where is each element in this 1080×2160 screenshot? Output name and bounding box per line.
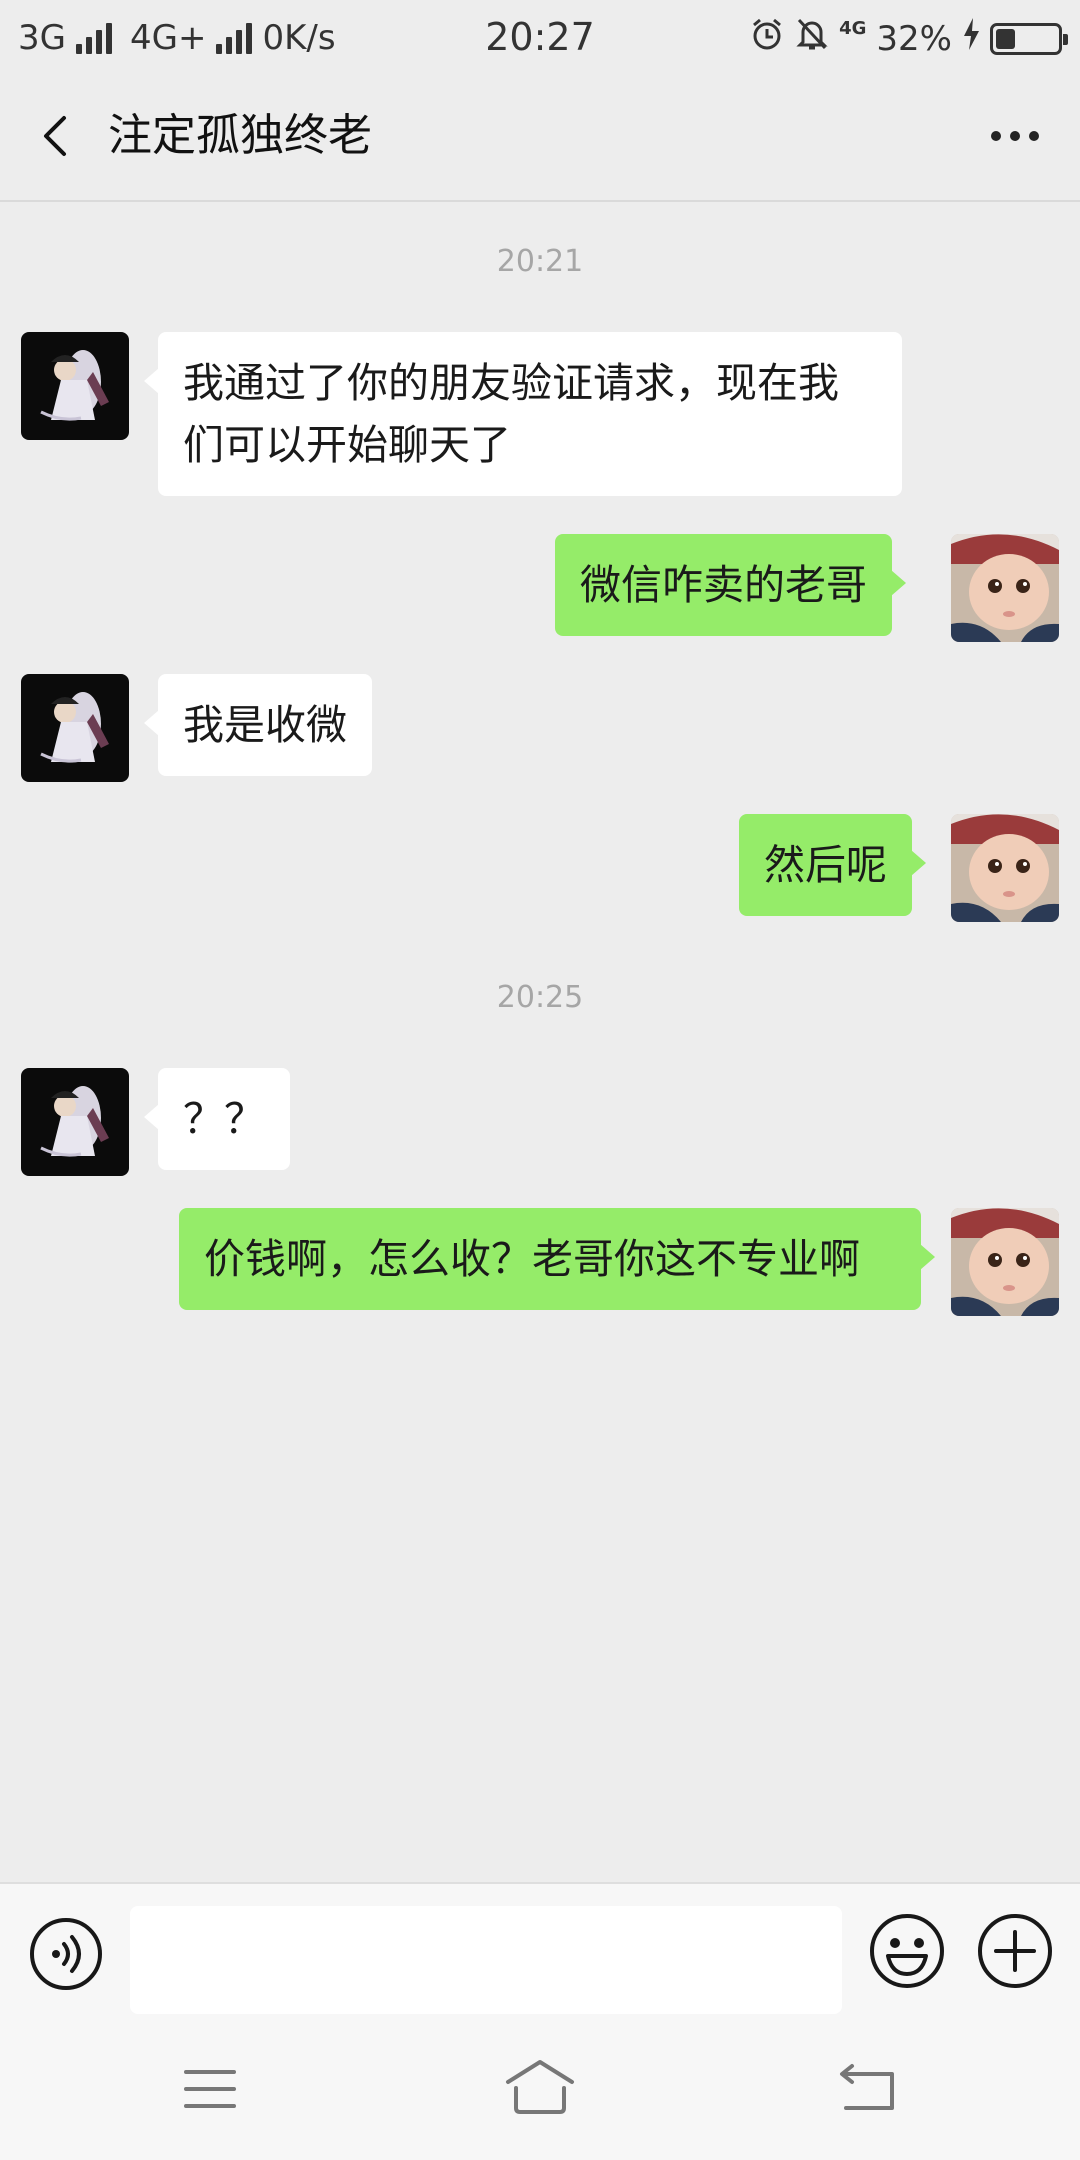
nav-menu-button[interactable] <box>180 2064 240 2114</box>
signal-icon <box>216 22 253 54</box>
more-button[interactable] <box>980 106 1050 166</box>
message-list[interactable]: 20:21 我通过了你的朋友验证请求，现在我们可以开始聊天了 微信咋卖的老哥 我… <box>0 202 1080 1882</box>
battery-icon <box>990 22 1068 55</box>
plus-button[interactable] <box>976 1912 1054 1990</box>
contact-avatar[interactable] <box>21 332 129 440</box>
input-bar <box>0 1882 1080 2018</box>
voice-icon <box>30 1918 102 1990</box>
emoji-button[interactable] <box>868 1912 946 1990</box>
mute-bell-icon <box>795 16 829 61</box>
status-right: 4G 32% <box>749 16 1068 61</box>
more-dot <box>1010 131 1020 141</box>
more-dot <box>1029 131 1039 141</box>
status-bar: 3G 4G+ 0K/s 20:27 4G 32% <box>0 0 1080 76</box>
message-bubble-incoming[interactable]: 我是收微 <box>144 674 372 776</box>
message-bubble-outgoing[interactable]: 价钱啊，怎么收？老哥你这不专业啊 <box>179 1208 935 1310</box>
menu-icon <box>184 2070 236 2108</box>
charging-icon <box>962 18 980 59</box>
message-bubble-outgoing[interactable]: 然后呢 <box>739 814 926 916</box>
net-speed: 0K/s <box>262 18 336 58</box>
my-avatar[interactable] <box>951 534 1059 642</box>
battery-percent: 32% <box>876 18 952 59</box>
status-left: 3G 4G+ 0K/s <box>18 18 336 58</box>
system-nav-bar <box>0 2018 1080 2160</box>
alarm-icon <box>749 16 785 61</box>
nav-back-button[interactable] <box>838 2060 900 2114</box>
network-3g-label: 3G <box>18 18 66 58</box>
chevron-left-icon <box>44 116 66 156</box>
chat-title: 注定孤独终老 <box>108 110 372 161</box>
signal-icon <box>75 22 112 54</box>
message-bubble-incoming[interactable]: ？？ <box>144 1068 290 1170</box>
more-dots-icon <box>991 131 1001 141</box>
back-button[interactable] <box>30 106 90 166</box>
message-input[interactable] <box>130 1906 842 2014</box>
home-icon <box>506 2060 574 2114</box>
message-bubble-outgoing[interactable]: 微信咋卖的老哥 <box>555 534 906 636</box>
network-4g-label: 4G+ <box>129 18 207 58</box>
timestamp: 20:21 <box>496 244 584 279</box>
volte-4g-label: 4G <box>839 17 867 39</box>
contact-avatar[interactable] <box>21 1068 129 1176</box>
timestamp: 20:25 <box>496 980 584 1015</box>
my-avatar[interactable] <box>951 1208 1059 1316</box>
nav-home-button[interactable] <box>502 2058 578 2116</box>
message-bubble-incoming[interactable]: 我通过了你的朋友验证请求，现在我们可以开始聊天了 <box>144 332 902 496</box>
plus-icon <box>978 1914 1052 1988</box>
emoji-icon <box>870 1914 944 1988</box>
my-avatar[interactable] <box>951 814 1059 922</box>
chat-header: 注定孤独终老 <box>0 76 1080 202</box>
contact-avatar[interactable] <box>21 674 129 782</box>
voice-button[interactable] <box>28 1916 104 1992</box>
return-icon <box>840 2064 894 2110</box>
